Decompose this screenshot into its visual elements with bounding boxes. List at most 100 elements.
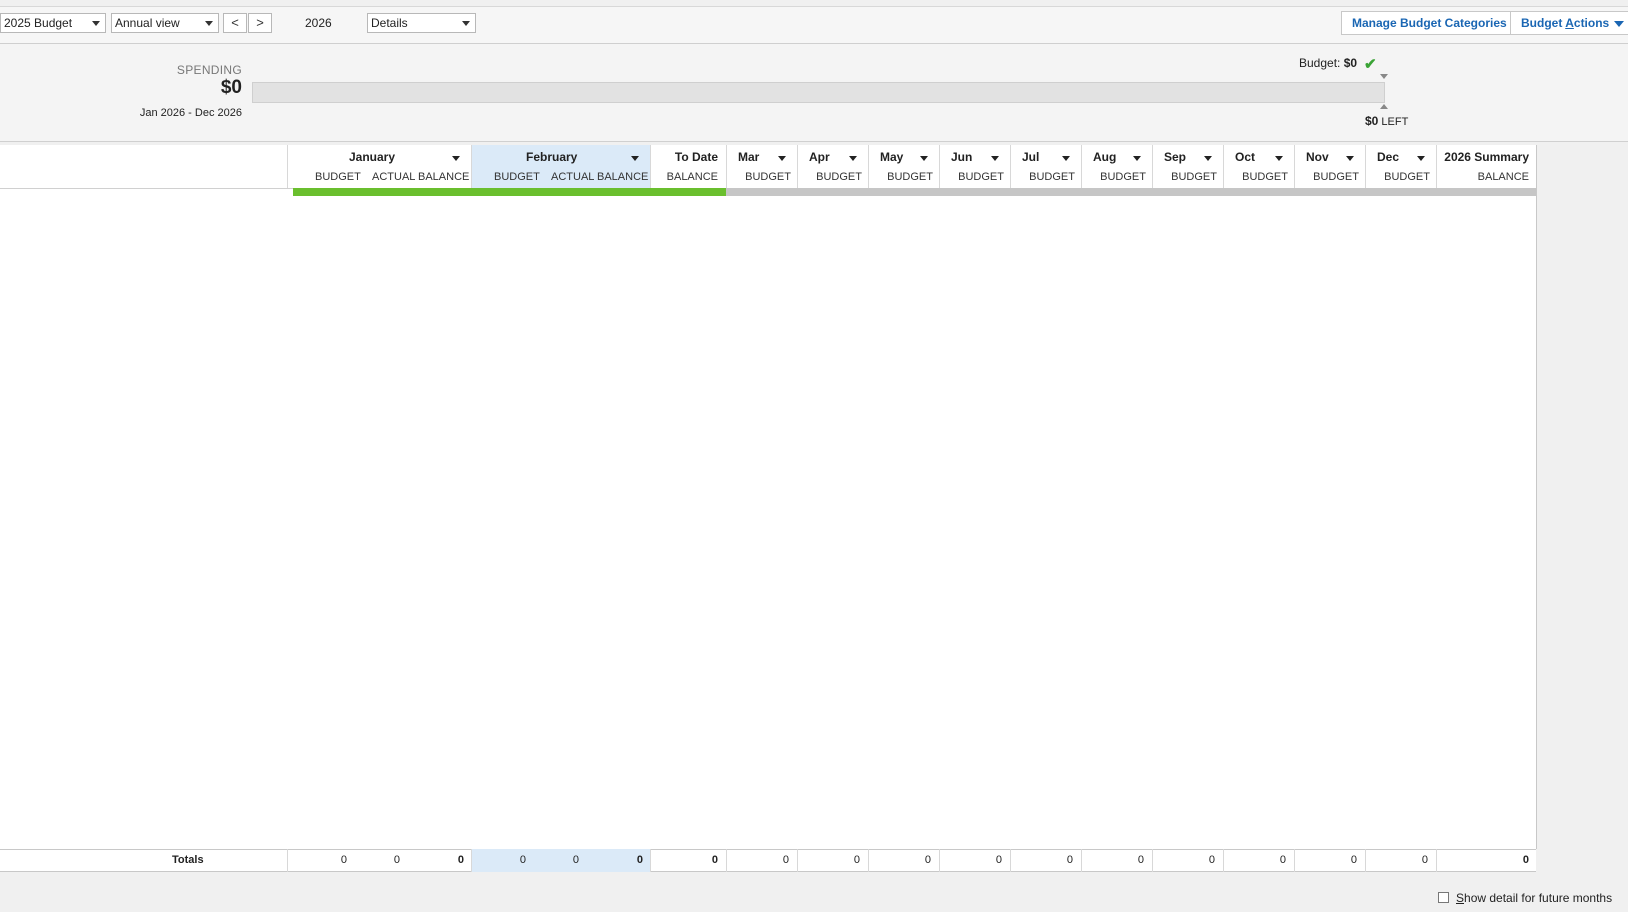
totals-cell: 0 xyxy=(1137,854,1144,866)
chevron-left-icon: < xyxy=(231,15,239,30)
chevron-down-icon xyxy=(92,21,100,26)
next-year-button[interactable]: > xyxy=(248,13,272,33)
month-name: Jun xyxy=(951,150,973,164)
month-name: Aug xyxy=(1093,150,1117,164)
totals-summary: 0 xyxy=(1436,849,1536,872)
totals-label: Totals xyxy=(172,854,204,866)
year-label: 2026 xyxy=(305,16,332,30)
totals-month-jul: 0 xyxy=(1010,849,1081,872)
totals-cell: 0 xyxy=(853,854,860,866)
chevron-down-icon[interactable] xyxy=(1133,156,1141,161)
column-name-summary: 2026 Summary xyxy=(1444,150,1529,164)
subheader-balance: BALANCE xyxy=(418,171,470,183)
view-select[interactable]: Annual view xyxy=(111,13,219,33)
spending-date-range: Jan 2026 - Dec 2026 xyxy=(139,107,242,119)
totals-cell: 0 xyxy=(1421,854,1428,866)
subheader-actual: ACTUAL xyxy=(372,171,416,183)
budget-actions-label-end: ctions xyxy=(1573,16,1610,30)
show-detail-label[interactable]: Show detail for future months xyxy=(1456,891,1612,905)
column-month-dec[interactable]: Dec BUDGET xyxy=(1365,145,1436,188)
totals-month-dec: 0 xyxy=(1365,849,1436,872)
chevron-down-icon xyxy=(462,21,470,26)
chevron-down-icon[interactable] xyxy=(1346,156,1354,161)
month-name-february: February xyxy=(526,150,578,164)
show-detail-checkbox[interactable] xyxy=(1438,892,1449,903)
column-name-to-date: To Date xyxy=(674,150,718,164)
elapsed-months-strip xyxy=(293,188,726,196)
totals-cell: 0 xyxy=(1522,854,1529,866)
chevron-down-icon[interactable] xyxy=(778,156,786,161)
month-name: Sep xyxy=(1164,150,1187,164)
subheader-budget: BUDGET xyxy=(1242,171,1288,183)
column-month-mar[interactable]: Mar BUDGET xyxy=(726,145,797,188)
totals-to-date: 0 xyxy=(650,849,726,872)
month-name: Nov xyxy=(1306,150,1329,164)
totals-cell: 0 xyxy=(1279,854,1286,866)
totals-cell: 0 xyxy=(1066,854,1073,866)
footer xyxy=(0,872,1628,912)
totals-cell: 0 xyxy=(782,854,789,866)
budget-marker-bottom-icon xyxy=(1380,104,1388,109)
chevron-down-icon xyxy=(205,21,213,26)
remaining-label: $0 LEFT xyxy=(1365,114,1408,128)
chevron-down-icon[interactable] xyxy=(849,156,857,161)
prev-year-button[interactable]: < xyxy=(223,13,247,33)
column-january[interactable]: January BUDGET ACTUAL BALANCE xyxy=(287,145,471,188)
totals-cell: 0 xyxy=(572,854,579,866)
column-month-nov[interactable]: Nov BUDGET xyxy=(1294,145,1365,188)
chevron-down-icon[interactable] xyxy=(1204,156,1212,161)
budget-actions-button[interactable]: Budget Actions xyxy=(1510,11,1628,35)
chevron-down-icon[interactable] xyxy=(452,156,460,161)
chevron-down-icon[interactable] xyxy=(991,156,999,161)
column-month-apr[interactable]: Apr BUDGET xyxy=(797,145,868,188)
column-month-jun[interactable]: Jun BUDGET xyxy=(939,145,1010,188)
details-select[interactable]: Details xyxy=(367,13,476,33)
totals-month-mar: 0 xyxy=(726,849,797,872)
subheader-balance: BALANCE xyxy=(666,171,718,183)
subheader-budget: BUDGET xyxy=(1313,171,1359,183)
column-month-sep[interactable]: Sep BUDGET xyxy=(1152,145,1223,188)
totals-cell: 0 xyxy=(995,854,1002,866)
subheader-budget: BUDGET xyxy=(1384,171,1430,183)
month-name: Oct xyxy=(1235,150,1256,164)
budget-select[interactable]: 2025 Budget xyxy=(0,13,106,33)
column-month-aug[interactable]: Aug BUDGET xyxy=(1081,145,1152,188)
chevron-down-icon[interactable] xyxy=(920,156,928,161)
month-name: May xyxy=(880,150,904,164)
totals-month-sep: 0 xyxy=(1152,849,1223,872)
totals-month-oct: 0 xyxy=(1223,849,1294,872)
subheader-budget: BUDGET xyxy=(494,171,540,183)
totals-cell: 0 xyxy=(1208,854,1215,866)
chevron-down-icon[interactable] xyxy=(1275,156,1283,161)
chevron-down-icon[interactable] xyxy=(1417,156,1425,161)
month-name: Dec xyxy=(1377,150,1400,164)
manage-budget-categories-button[interactable]: Manage Budget Categories xyxy=(1341,11,1518,35)
totals-month-apr: 0 xyxy=(797,849,868,872)
chevron-down-icon[interactable] xyxy=(1062,156,1070,161)
totals-january: 0 0 0 xyxy=(287,849,471,872)
manage-budget-categories-label: Manage Budget Categories xyxy=(1352,16,1507,30)
totals-cell: 0 xyxy=(393,854,400,866)
month-name: Jul xyxy=(1022,150,1040,164)
remaining-caption: LEFT xyxy=(1381,116,1409,128)
budget-actions-label: Budget Actions xyxy=(1521,16,1609,30)
totals-cell: 0 xyxy=(1350,854,1357,866)
spending-progress-bar xyxy=(252,82,1385,103)
column-to-date[interactable]: To Date BALANCE xyxy=(650,145,726,188)
totals-cell: 0 xyxy=(340,854,347,866)
totals-month-aug: 0 xyxy=(1081,849,1152,872)
totals-month-nov: 0 xyxy=(1294,849,1365,872)
column-month-oct[interactable]: Oct BUDGET xyxy=(1223,145,1294,188)
chevron-down-icon[interactable] xyxy=(631,156,639,161)
future-months-strip xyxy=(726,188,1536,196)
budget-actions-label-start: Budget xyxy=(1521,16,1566,30)
column-february[interactable]: February BUDGET ACTUAL BALANCE xyxy=(471,145,650,188)
column-month-may[interactable]: May BUDGET xyxy=(868,145,939,188)
totals-cell: 0 xyxy=(711,854,718,866)
show-detail-label-text: how detail for future months xyxy=(1464,891,1613,905)
spending-label: SPENDING xyxy=(176,63,242,77)
column-2026-summary[interactable]: 2026 Summary BALANCE xyxy=(1436,145,1536,188)
budget-actions-label-mnemonic: A xyxy=(1565,16,1574,30)
column-month-jul[interactable]: Jul BUDGET xyxy=(1010,145,1081,188)
subheader-balance: BALANCE xyxy=(597,171,649,183)
